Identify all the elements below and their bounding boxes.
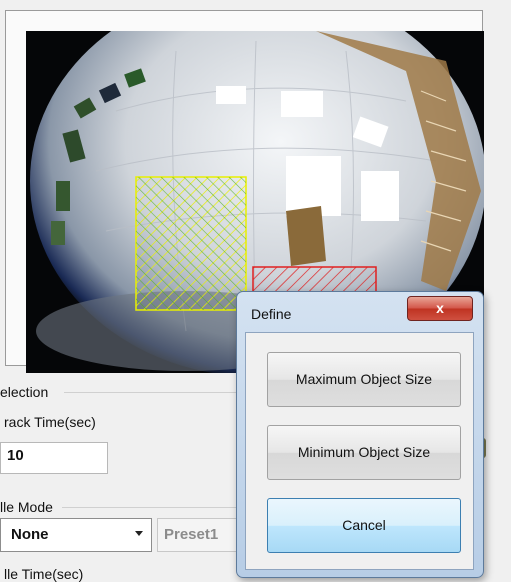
define-dialog: Define x Maximum Object Size Minimum Obj… (236, 291, 484, 578)
track-time-input[interactable]: 10 (0, 442, 108, 474)
idle-mode-selected-value: None (11, 526, 49, 543)
close-button[interactable]: x (407, 296, 473, 321)
selection-group-title: election (0, 384, 49, 400)
idle-mode-group-divider (62, 507, 239, 508)
dialog-title: Define (251, 306, 292, 322)
maximum-object-size-button[interactable]: Maximum Object Size (267, 352, 461, 407)
selection-group-divider (64, 392, 239, 393)
cancel-button[interactable]: Cancel (267, 498, 461, 553)
chevron-down-icon (135, 531, 143, 536)
preset-field: Preset1 (157, 518, 247, 552)
minimum-object-size-button[interactable]: Minimum Object Size (267, 425, 461, 480)
idle-mode-select[interactable]: None (0, 518, 152, 552)
track-time-label: rack Time(sec) (4, 414, 96, 430)
close-icon: x (436, 300, 444, 316)
idle-mode-group-title: lle Mode (0, 499, 53, 515)
dialog-body: Maximum Object Size Minimum Object Size … (245, 332, 474, 570)
